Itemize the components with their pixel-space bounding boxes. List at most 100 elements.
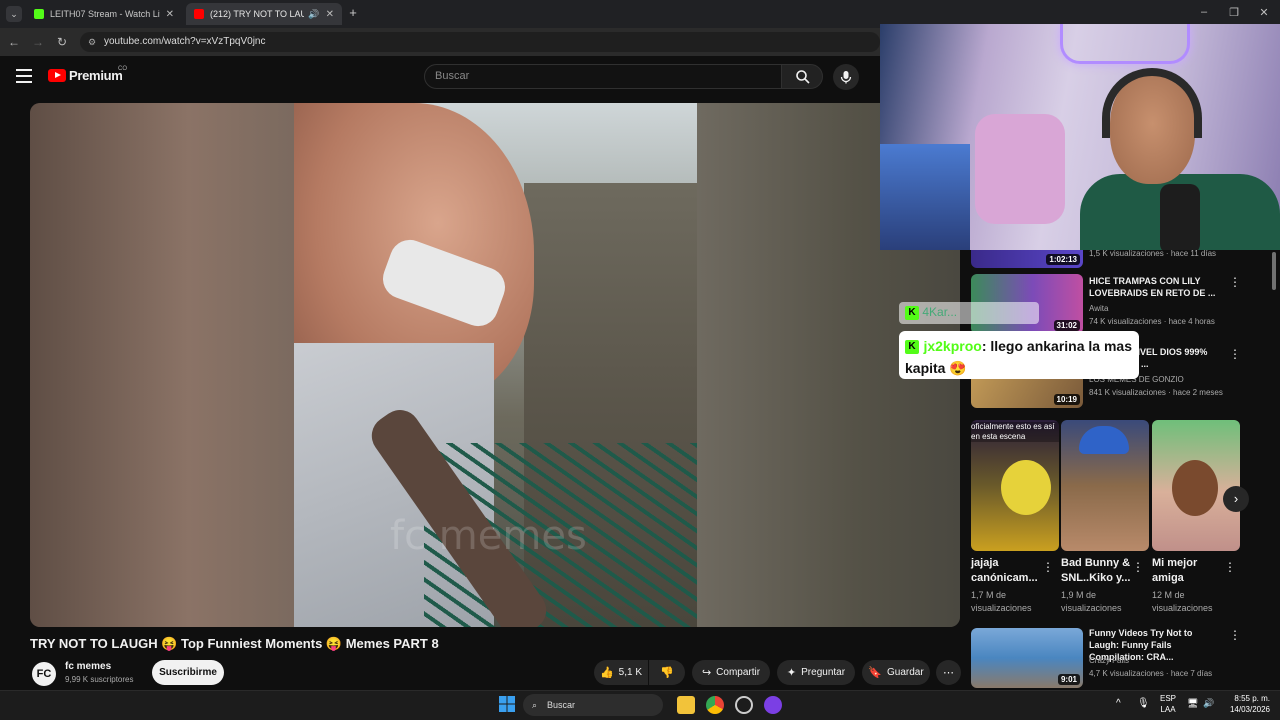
video-title: TRY NOT TO LAUGH 😝 Top Funniest Moments … [30, 636, 439, 651]
bookmark-icon: 🔖 [868, 667, 882, 679]
app-icon[interactable] [735, 696, 753, 714]
volume-icon[interactable]: 🔊 [1203, 698, 1214, 709]
clock-time: 8:55 p. m. [1234, 694, 1270, 703]
taskbar-clock[interactable]: 8:55 p. m. 14/03/2026 [1222, 693, 1270, 715]
short-thumbnail[interactable] [1152, 420, 1240, 551]
chat-faded-user: 4Kar... [922, 305, 958, 319]
webcam-overlay [880, 24, 1280, 250]
sparkle-icon: ✦ [786, 667, 797, 679]
save-button[interactable]: 🔖 Guardar [862, 660, 930, 685]
video-blur-left [30, 103, 294, 627]
site-info-icon[interactable]: ⚙ [88, 32, 96, 52]
search-icon [796, 70, 810, 84]
rec-thumbnail[interactable]: 9:01 [971, 628, 1083, 688]
short-thumbnail[interactable] [1061, 420, 1149, 551]
search-button[interactable] [781, 64, 823, 89]
channel-avatar[interactable]: FC [32, 662, 56, 686]
subscribe-button[interactable]: Suscribirme [152, 660, 224, 685]
forward-icon[interactable]: → [30, 34, 46, 50]
more-vertical-icon[interactable]: ⋮ [1224, 560, 1236, 574]
short-views-label: visualizaciones [971, 603, 1032, 613]
tab-title: (212) TRY NOT TO LAUGH [210, 9, 305, 19]
close-tab-icon[interactable]: ✕ [320, 9, 334, 20]
more-vertical-icon[interactable]: ⋮ [1042, 560, 1054, 574]
short-views: 12 M de [1152, 590, 1185, 600]
input-language[interactable]: ESP LAA [1160, 693, 1176, 715]
shorts-next-button[interactable]: › [1223, 486, 1249, 512]
country-code: CO [118, 66, 127, 72]
streaming-app-icon[interactable] [764, 696, 782, 714]
search-input[interactable]: Buscar [424, 64, 782, 89]
channel-name[interactable]: fc memes [65, 661, 111, 672]
taskbar-search-label: Buscar [547, 700, 576, 710]
thumbs-down-icon: 👎 [660, 667, 674, 679]
back-icon[interactable]: ← [6, 34, 22, 50]
restore-icon[interactable]: ❐ [1226, 6, 1242, 22]
kick-icon: K [905, 339, 919, 354]
short-title[interactable]: Mi mejor amiga [1152, 556, 1224, 586]
network-icon[interactable]: 🖥 [1187, 698, 1198, 709]
kick-icon [34, 9, 44, 19]
thumbs-up-icon: 👍 [599, 667, 614, 679]
chrome-icon[interactable] [706, 696, 724, 714]
video-player[interactable]: fc memes [30, 103, 960, 627]
more-vertical-icon[interactable]: ⋮ [1229, 275, 1241, 289]
menu-icon[interactable] [16, 69, 32, 83]
chat-message: K jx2kproo: llego ankarina la mas kapita… [899, 331, 1139, 379]
speaker-icon: 🔊 [308, 8, 320, 19]
share-button[interactable]: ↪ Compartir [692, 660, 770, 685]
kick-icon: K [905, 305, 919, 320]
video-duration: 1:02:13 [1046, 254, 1080, 265]
youtube-logo[interactable]: Premium [48, 68, 123, 83]
ask-button[interactable]: ✦ Preguntar [777, 660, 855, 685]
windows-start-icon[interactable] [498, 696, 516, 714]
url-input[interactable]: ⚙ youtube.com/watch?v=xVzTpqV0jnc [80, 32, 880, 52]
lang-top: ESP [1160, 694, 1177, 703]
voice-search-button[interactable] [833, 64, 859, 90]
taskbar-search[interactable]: ⌕ Buscar [523, 694, 663, 716]
short-views: 1,7 M de [971, 590, 1007, 600]
rec-channel[interactable]: Crazy Fails [1089, 654, 1129, 667]
more-actions-button[interactable]: ⋯ [936, 660, 961, 685]
minimize-icon[interactable]: – [1196, 6, 1212, 22]
lang-bottom: LAA [1160, 705, 1176, 714]
short-title[interactable]: Bad Bunny & SNL..Kiko y... [1061, 556, 1133, 586]
rec-channel[interactable]: Awita [1089, 302, 1108, 315]
more-horizontal-icon: ⋯ [943, 667, 954, 679]
more-vertical-icon[interactable]: ⋮ [1132, 560, 1144, 574]
reload-icon[interactable]: ↻ [54, 34, 70, 50]
logo-text: Premium [69, 68, 123, 83]
share-label: Compartir [716, 667, 761, 678]
short-thumbnail[interactable]: oficialmente esto es así en esta escena [971, 420, 1059, 551]
tab-youtube-video[interactable]: (212) TRY NOT TO LAUGH 🔊 ✕ [186, 3, 342, 25]
microphone-tray-icon[interactable]: 🎙 [1137, 698, 1150, 709]
youtube-play-icon [48, 69, 66, 82]
dislike-button[interactable]: 👎 [649, 660, 685, 685]
short-title[interactable]: jajaja canónicam... [971, 556, 1043, 586]
search-icon: ⌕ [532, 700, 538, 710]
tab-list-button[interactable]: ⌄ [6, 6, 22, 22]
subscriber-count: 9,99 K suscriptores [65, 675, 134, 684]
chevron-right-icon: › [1233, 491, 1239, 506]
file-explorer-icon[interactable] [677, 696, 695, 714]
more-vertical-icon[interactable]: ⋮ [1229, 628, 1241, 642]
rec-thumbnail[interactable]: 1:02:13 [971, 250, 1083, 268]
scrollbar[interactable] [1272, 252, 1276, 290]
like-button[interactable]: 👍 5,1 K [594, 660, 648, 685]
rec-title[interactable]: HICE TRAMPAS CON LILY LOVEBRAIDS EN RETO… [1089, 275, 1224, 299]
rec-meta: 4,7 K visualizaciones · hace 7 días [1089, 669, 1213, 678]
close-window-icon[interactable]: ✕ [1256, 6, 1272, 22]
video-duration: 10:19 [1053, 394, 1080, 405]
short-views-label: visualizaciones [1152, 603, 1213, 613]
video-watermark: fc memes [390, 513, 587, 559]
new-tab-button[interactable]: + [346, 6, 360, 20]
tab-title: LEITH07 Stream - Watch Live o [50, 9, 160, 19]
share-icon: ↪ [701, 667, 712, 679]
ask-label: Preguntar [801, 667, 846, 678]
clock-date: 14/03/2026 [1229, 705, 1270, 714]
tab-leith07-stream[interactable]: LEITH07 Stream - Watch Live o ✕ [26, 3, 182, 25]
tray-chevron-icon[interactable]: ^ [1116, 698, 1121, 709]
video-duration: 31:02 [1053, 320, 1080, 331]
more-vertical-icon[interactable]: ⋮ [1229, 347, 1241, 361]
close-tab-icon[interactable]: ✕ [160, 9, 174, 20]
